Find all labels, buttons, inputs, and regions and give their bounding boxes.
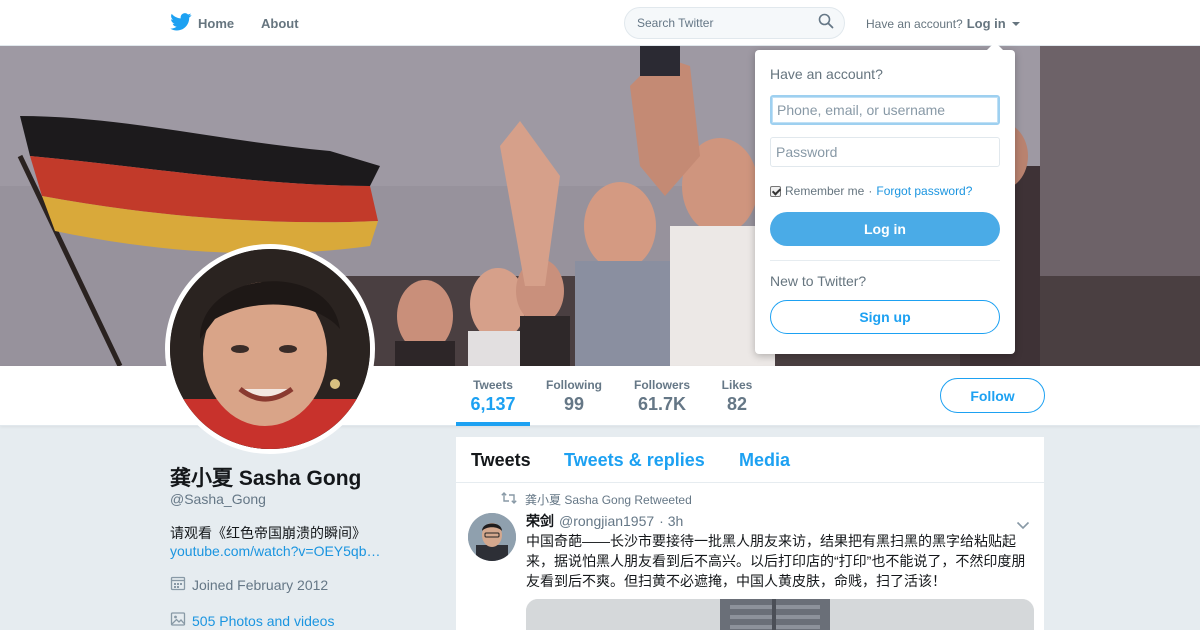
tweet-author-handle[interactable]: @rongjian1957	[559, 513, 654, 529]
password-field[interactable]	[770, 137, 1000, 167]
stat-followers-label[interactable]: Followers	[633, 378, 691, 392]
search-icon[interactable]	[818, 13, 834, 34]
stat-tweets-value[interactable]: 6,137	[470, 394, 516, 415]
login-dropdown-toggle[interactable]: Log in	[967, 16, 1006, 31]
profile-website-link[interactable]: youtube.com/watch?v=OEY5qb…	[170, 543, 381, 559]
timeline: Tweets Tweets & replies Media 龚小夏 Sasha …	[456, 437, 1044, 630]
stat-likes-value[interactable]: 82	[720, 394, 754, 415]
tweet-media-photo	[526, 599, 1034, 630]
caret-down-icon[interactable]	[1011, 21, 1020, 26]
profile-photos-text[interactable]: 505 Photos and videos	[192, 613, 334, 629]
avatar-photo	[170, 249, 370, 449]
tab-media[interactable]: Media	[739, 450, 790, 471]
stat-likes-label[interactable]: Likes	[720, 378, 754, 392]
stat-tweets[interactable]: Tweets 6,137	[470, 378, 516, 415]
remember-me-checkbox[interactable]	[770, 185, 781, 197]
stat-following[interactable]: Following 99	[545, 378, 603, 415]
account-login-prompt: Have an account? Log in	[866, 16, 1020, 31]
tweet-media-image[interactable]	[526, 599, 1034, 630]
avatar[interactable]	[165, 244, 375, 454]
remember-separator: ·	[868, 184, 873, 198]
tweet-header: 荣剑 @rongjian1957 · 3h	[526, 511, 683, 531]
retweet-context-text[interactable]: 龚小夏 Sasha Gong Retweeted	[525, 491, 692, 508]
profile-handle[interactable]: @Sasha_Gong	[170, 491, 266, 507]
tweet-author-avatar[interactable]	[468, 513, 516, 561]
retweet-context: 龚小夏 Sasha Gong Retweeted	[501, 491, 692, 508]
follow-button[interactable]: Follow	[940, 378, 1045, 413]
remember-me-label[interactable]: Remember me	[785, 184, 864, 198]
tweet-author-name[interactable]: 荣剑	[526, 511, 554, 531]
tweet-text: 中国奇葩——长沙市要接待一批黑人朋友来访，结果把有黑扫黑的黑字给粘贴起来，据说怕…	[526, 533, 1026, 589]
twitter-bird-icon[interactable]	[170, 12, 192, 34]
active-stat-underline	[456, 422, 530, 426]
signup-button[interactable]: Sign up	[770, 300, 1000, 334]
search-input[interactable]	[637, 16, 818, 30]
nav-about-link[interactable]: About	[261, 16, 299, 31]
nav-home-link[interactable]: Home	[170, 12, 234, 34]
stat-likes[interactable]: Likes 82	[720, 378, 754, 415]
profile-joined-text: Joined February 2012	[192, 576, 329, 593]
image-icon[interactable]	[170, 611, 186, 630]
username-field[interactable]	[770, 95, 1000, 125]
dropdown-divider	[770, 260, 1000, 261]
stat-following-value[interactable]: 99	[545, 394, 603, 415]
stat-followers[interactable]: Followers 61.7K	[633, 378, 691, 415]
forgot-password-link[interactable]: Forgot password?	[876, 184, 972, 198]
timeline-tabs: Tweets Tweets & replies Media	[456, 437, 1044, 483]
login-dropdown: Have an account? Remember me · Forgot pa…	[755, 42, 1015, 354]
stat-following-label[interactable]: Following	[545, 378, 603, 392]
stat-tweets-label[interactable]: Tweets	[470, 378, 516, 392]
login-dropdown-heading: Have an account?	[770, 66, 883, 82]
remember-me-row: Remember me · Forgot password?	[770, 184, 972, 198]
calendar-icon	[170, 575, 186, 594]
profile-name[interactable]: 龚小夏 Sasha Gong	[170, 462, 361, 492]
tab-tweets-and-replies[interactable]: Tweets & replies	[564, 450, 705, 471]
retweet-icon	[501, 492, 517, 507]
profile-bio: 请观看《红色帝国崩溃的瞬间》	[170, 525, 366, 541]
login-submit-button[interactable]: Log in	[770, 212, 1000, 246]
tab-tweets[interactable]: Tweets	[471, 450, 531, 471]
tweet-timestamp[interactable]: · 3h	[659, 513, 683, 529]
search-box[interactable]	[624, 7, 845, 39]
account-prompt-text: Have an account?	[866, 16, 963, 31]
stat-followers-value[interactable]: 61.7K	[633, 394, 691, 415]
nav-home-label[interactable]: Home	[198, 16, 234, 31]
profile-photos-link[interactable]: 505 Photos and videos	[170, 611, 334, 630]
new-to-twitter-text: New to Twitter?	[770, 273, 867, 289]
top-navigation-bar: Home About Have an account? Log in	[0, 0, 1200, 46]
profile-joined-date: Joined February 2012	[170, 575, 328, 594]
tweet-author-photo	[468, 513, 516, 561]
